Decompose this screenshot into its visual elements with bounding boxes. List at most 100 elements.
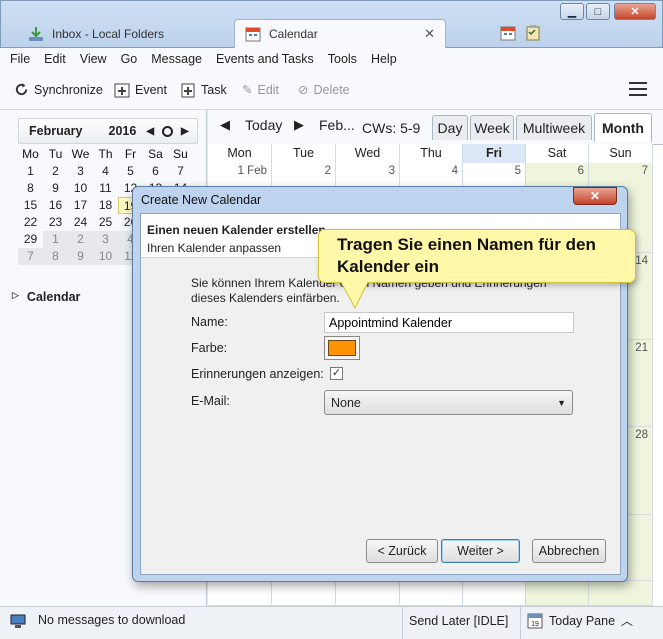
mini-calendar-day[interactable]: 15	[18, 197, 43, 214]
month-day-number: 5	[514, 165, 521, 177]
mini-calendar-day[interactable]: 2	[68, 231, 93, 248]
mini-calendar-weekday: Sa	[148, 147, 163, 161]
offline-status-icon[interactable]	[10, 613, 26, 629]
new-event-button[interactable]: Event	[114, 82, 167, 98]
tab-inbox[interactable]: Inbox - Local Folders	[18, 19, 234, 48]
month-day-cell[interactable]	[463, 581, 526, 606]
month-day-cell[interactable]	[336, 581, 400, 606]
month-day-cell[interactable]	[272, 581, 336, 606]
month-day-number: 3	[388, 165, 395, 177]
menu-bar: File Edit View Go Message Events and Tas…	[0, 48, 663, 70]
mini-calendar-day[interactable]: 3	[93, 231, 118, 248]
close-window-button[interactable]: ✕	[614, 3, 656, 20]
previous-month-icon[interactable]: ◀	[146, 126, 154, 137]
menu-events-and-tasks[interactable]: Events and Tasks	[214, 52, 316, 66]
mini-calendar-day[interactable]: 2	[43, 163, 68, 180]
mini-calendar-day[interactable]: 1	[43, 231, 68, 248]
mini-calendar-day[interactable]: 4	[93, 163, 118, 180]
day-header: Thu	[400, 144, 463, 163]
next-period-icon[interactable]: ▶	[294, 117, 304, 133]
day-header: Wed	[336, 144, 400, 163]
today-circle-icon[interactable]	[162, 125, 174, 137]
mini-calendar-year[interactable]: 2016	[109, 124, 137, 138]
maximize-button[interactable]: □	[586, 3, 610, 20]
minimize-button[interactable]: ▁	[560, 3, 584, 20]
menu-file[interactable]: File	[8, 52, 32, 66]
color-picker-button[interactable]	[324, 336, 360, 360]
reminders-checkbox[interactable]: ✓	[330, 367, 343, 380]
app-menu-hamburger-icon[interactable]	[629, 82, 647, 96]
mini-calendar-day[interactable]: 9	[43, 180, 68, 197]
sync-icon	[15, 82, 28, 96]
prohibited-icon: ⊘	[298, 83, 309, 97]
mini-calendar-day[interactable]: 1	[18, 163, 43, 180]
mini-calendar-day[interactable]: 22	[18, 214, 43, 231]
today-pane-toggle[interactable]: 19 Today Pane ︿	[527, 612, 633, 629]
mini-calendar-day[interactable]: 16	[43, 197, 68, 214]
month-day-cell[interactable]	[400, 581, 463, 606]
expand-arrow-icon[interactable]: ▷	[12, 290, 19, 304]
mini-calendar-day[interactable]: 10	[68, 180, 93, 197]
tab-day[interactable]: Day	[432, 115, 468, 140]
new-task-button[interactable]: Task	[180, 82, 227, 98]
today-pane-calendar-icon: 19	[527, 613, 543, 629]
menu-edit[interactable]: Edit	[42, 52, 68, 66]
tab-week[interactable]: Week	[470, 115, 514, 140]
tab-calendar[interactable]: Calendar ✕	[234, 19, 446, 48]
cancel-button[interactable]: Abbrechen	[532, 539, 606, 563]
mini-calendar-day[interactable]: 8	[43, 248, 68, 265]
calendar-list-header[interactable]: ▷ Calendar	[12, 290, 80, 304]
month-day-number: 1 Feb	[237, 165, 267, 177]
mini-calendar-day[interactable]: 29	[18, 231, 43, 248]
dialog-close-button[interactable]: ✕	[573, 187, 617, 205]
menu-help[interactable]: Help	[369, 52, 399, 66]
mini-calendar-day[interactable]: 24	[68, 214, 93, 231]
mini-calendar-weekday: Su	[173, 147, 188, 161]
mini-calendar-day[interactable]: 6	[143, 163, 168, 180]
new-event-icon	[114, 83, 130, 98]
calendar-weeks-label: CWs: 5-9	[362, 120, 421, 136]
mini-calendar-day[interactable]: 7	[18, 248, 43, 265]
mini-calendar-day[interactable]: 11	[93, 180, 118, 197]
day-header: Fri	[463, 144, 526, 163]
mini-calendar-day[interactable]: 8	[18, 180, 43, 197]
menu-view[interactable]: View	[78, 52, 109, 66]
synchronize-button[interactable]: Synchronize	[14, 82, 103, 97]
wizard-header-title: Einen neuen Kalender erstellen	[147, 223, 326, 237]
mini-calendar-day[interactable]: 7	[168, 163, 193, 180]
status-message: No messages to download	[38, 613, 186, 627]
close-tab-icon[interactable]: ✕	[424, 26, 435, 42]
mini-calendar-day[interactable]: 23	[43, 214, 68, 231]
mini-calendar-day[interactable]: 25	[93, 214, 118, 231]
month-day-number: 4	[451, 165, 458, 177]
edit-button[interactable]: ✎ Edit	[242, 82, 279, 98]
email-select[interactable]: None ▼	[324, 390, 573, 415]
mini-calendar-day[interactable]: 5	[118, 163, 143, 180]
today-button[interactable]: Today	[245, 117, 282, 133]
mini-calendar-day[interactable]: 17	[68, 197, 93, 214]
menu-message[interactable]: Message	[149, 52, 204, 66]
tab-multiweek[interactable]: Multiweek	[516, 115, 592, 140]
calendar-tab-shortcut-icon[interactable]	[500, 25, 516, 41]
month-day-cell[interactable]	[526, 581, 589, 606]
back-button[interactable]: < Zurück	[366, 539, 438, 563]
mini-calendar-day[interactable]: 10	[93, 248, 118, 265]
month-day-cell[interactable]	[208, 581, 272, 606]
status-divider	[520, 607, 521, 639]
pencil-icon: ✎	[242, 83, 253, 97]
mini-calendar-day[interactable]: 3	[68, 163, 93, 180]
mini-calendar-day[interactable]: 9	[68, 248, 93, 265]
previous-period-icon[interactable]: ◀	[220, 117, 230, 133]
month-day-cell[interactable]	[589, 581, 653, 606]
next-month-icon[interactable]: ▶	[181, 126, 189, 137]
calendar-name-input[interactable]	[324, 312, 574, 333]
send-later-status[interactable]: Send Later [IDLE]	[409, 614, 508, 628]
menu-go[interactable]: Go	[119, 52, 140, 66]
mini-calendar-month[interactable]: February	[29, 124, 83, 138]
menu-tools[interactable]: Tools	[326, 52, 359, 66]
task-tab-shortcut-icon[interactable]	[525, 25, 541, 41]
next-button[interactable]: Weiter >	[441, 539, 520, 563]
mini-calendar-day[interactable]: 18	[93, 197, 118, 214]
delete-button[interactable]: ⊘ Delete	[298, 82, 350, 98]
tab-month[interactable]: Month	[594, 113, 652, 142]
